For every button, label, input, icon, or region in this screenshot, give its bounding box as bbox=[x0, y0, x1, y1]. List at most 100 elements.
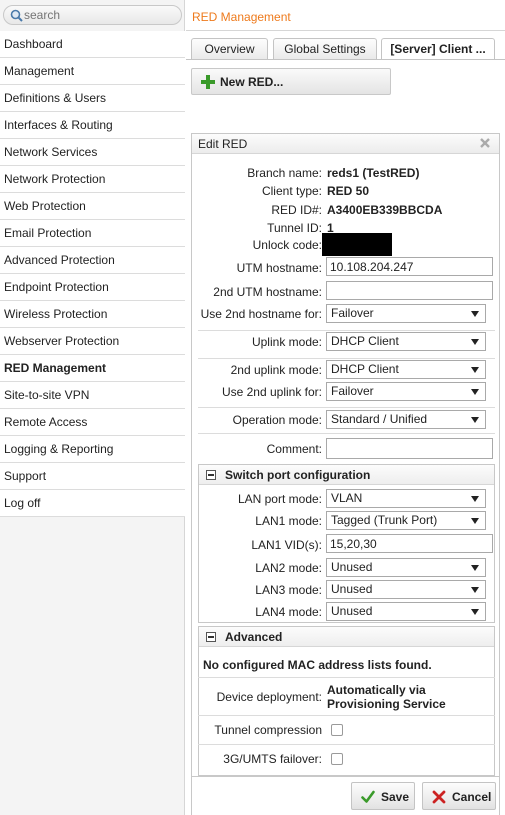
comment-label: Comment: bbox=[266, 442, 322, 456]
red-id-label: RED ID#: bbox=[271, 203, 322, 217]
advanced-header[interactable]: Advanced bbox=[199, 627, 494, 647]
uplink2-mode-select[interactable]: DHCP Client bbox=[326, 360, 486, 379]
chevron-down-icon bbox=[471, 311, 479, 317]
branch-name-value: reds1 (TestRED) bbox=[327, 166, 420, 180]
uplink2-mode-label: 2nd uplink mode: bbox=[230, 363, 322, 377]
tab-global-settings[interactable]: Global Settings bbox=[273, 38, 377, 60]
chevron-down-icon bbox=[471, 389, 479, 395]
collapse-icon[interactable] bbox=[206, 470, 216, 480]
unlock-code-redaction bbox=[322, 233, 392, 256]
use-2nd-uplink-label: Use 2nd uplink for: bbox=[221, 385, 322, 399]
utm-hostname-label: UTM hostname: bbox=[236, 261, 322, 275]
lan3-mode-select[interactable]: Unused bbox=[326, 580, 486, 599]
separator bbox=[198, 715, 495, 716]
new-red-label: New RED... bbox=[220, 75, 284, 89]
unlock-code-label: Unlock code: bbox=[252, 238, 322, 252]
close-icon[interactable] bbox=[479, 137, 491, 149]
switch-port-header[interactable]: Switch port configuration bbox=[199, 465, 494, 485]
sidebar-item-web-protection[interactable]: Web Protection bbox=[0, 193, 185, 220]
uplink-mode-select[interactable]: DHCP Client bbox=[326, 332, 486, 351]
failover-3g-label: 3G/UMTS failover: bbox=[223, 752, 322, 766]
tunnel-compression-checkbox[interactable] bbox=[331, 724, 343, 736]
tab-overview[interactable]: Overview bbox=[191, 38, 268, 60]
edit-red-title: Edit RED bbox=[198, 137, 248, 151]
utm-hostname-input[interactable] bbox=[326, 257, 493, 276]
separator bbox=[198, 433, 495, 434]
separator bbox=[198, 677, 495, 678]
sidebar-item-remote-access[interactable]: Remote Access bbox=[0, 409, 185, 436]
new-red-button[interactable]: New RED... bbox=[191, 68, 391, 95]
mac-list-note: No configured MAC address lists found. bbox=[203, 658, 432, 672]
search-box[interactable] bbox=[3, 5, 182, 25]
sidebar-item-interfaces-routing[interactable]: Interfaces & Routing bbox=[0, 112, 185, 139]
branch-name-label: Branch name: bbox=[247, 166, 322, 180]
lan-port-mode-value: VLAN bbox=[331, 491, 363, 505]
sidebar-item-wireless-protection[interactable]: Wireless Protection bbox=[0, 301, 185, 328]
device-deployment-line1: Automatically via bbox=[327, 683, 426, 697]
operation-mode-label: Operation mode: bbox=[232, 413, 322, 427]
lan4-mode-value: Unused bbox=[331, 604, 373, 618]
lan1-mode-label: LAN1 mode: bbox=[255, 514, 322, 528]
separator bbox=[198, 358, 495, 359]
footer-divider bbox=[192, 776, 499, 777]
uplink2-mode-value: DHCP Client bbox=[331, 362, 399, 376]
sidebar-item-advanced-protection[interactable]: Advanced Protection bbox=[0, 247, 185, 274]
chevron-down-icon bbox=[471, 609, 479, 615]
lan-port-mode-select[interactable]: VLAN bbox=[326, 489, 486, 508]
sidebar-item-network-services[interactable]: Network Services bbox=[0, 139, 185, 166]
use-2nd-hostname-label: Use 2nd hostname for: bbox=[200, 307, 322, 321]
lan1-mode-select[interactable]: Tagged (Trunk Port) bbox=[326, 511, 486, 530]
sidebar-item-network-protection[interactable]: Network Protection bbox=[0, 166, 185, 193]
lan1-vids-label: LAN1 VID(s): bbox=[251, 538, 322, 552]
red-id-value: A3400EB339BBCDA bbox=[327, 203, 443, 217]
tunnel-id-label: Tunnel ID: bbox=[267, 221, 322, 235]
separator bbox=[198, 407, 495, 408]
use-2nd-uplink-select[interactable]: Failover bbox=[326, 382, 486, 401]
sidebar-item-management[interactable]: Management bbox=[0, 58, 185, 85]
page-title: RED Management bbox=[192, 10, 291, 24]
save-label: Save bbox=[381, 790, 410, 804]
sidebar-item-definitions-users[interactable]: Definitions & Users bbox=[0, 85, 185, 112]
separator bbox=[198, 744, 495, 745]
checkmark-icon bbox=[361, 790, 375, 803]
edit-red-header: Edit RED bbox=[192, 134, 499, 154]
chevron-down-icon bbox=[471, 496, 479, 502]
lan1-vids-input[interactable] bbox=[326, 534, 493, 553]
lan1-mode-value: Tagged (Trunk Port) bbox=[331, 513, 438, 527]
comment-input[interactable] bbox=[326, 438, 493, 459]
cancel-button[interactable]: Cancel bbox=[422, 782, 496, 810]
sidebar-item-webserver-protection[interactable]: Webserver Protection bbox=[0, 328, 185, 355]
operation-mode-select[interactable]: Standard / Unified bbox=[326, 410, 486, 429]
lan-port-mode-label: LAN port mode: bbox=[237, 492, 322, 506]
use-2nd-hostname-select[interactable]: Failover bbox=[326, 304, 486, 323]
chevron-down-icon bbox=[471, 339, 479, 345]
search-input[interactable] bbox=[24, 7, 174, 23]
collapse-icon[interactable] bbox=[206, 632, 216, 642]
tab-server-client[interactable]: [Server] Client ... bbox=[381, 38, 495, 60]
tunnel-compression-label: Tunnel compression bbox=[214, 723, 322, 737]
device-deployment-line2: Provisioning Service bbox=[327, 697, 446, 711]
chevron-down-icon bbox=[471, 367, 479, 373]
sidebar-item-site-to-site-vpn[interactable]: Site-to-site VPN bbox=[0, 382, 185, 409]
chevron-down-icon bbox=[471, 565, 479, 571]
sidebar: Dashboard Management Definitions & Users… bbox=[0, 0, 185, 815]
save-button[interactable]: Save bbox=[351, 782, 415, 810]
utm2-hostname-input[interactable] bbox=[326, 281, 493, 300]
lan4-mode-select[interactable]: Unused bbox=[326, 602, 486, 621]
chevron-down-icon bbox=[471, 518, 479, 524]
sidebar-item-log-off[interactable]: Log off bbox=[0, 490, 185, 517]
sidebar-item-support[interactable]: Support bbox=[0, 463, 185, 490]
lan2-mode-value: Unused bbox=[331, 560, 373, 574]
lan2-mode-select[interactable]: Unused bbox=[326, 558, 486, 577]
sidebar-item-red-management[interactable]: RED Management bbox=[0, 355, 185, 382]
separator bbox=[198, 330, 495, 331]
sidebar-item-endpoint-protection[interactable]: Endpoint Protection bbox=[0, 274, 185, 301]
failover-3g-checkbox[interactable] bbox=[331, 753, 343, 765]
sidebar-item-logging-reporting[interactable]: Logging & Reporting bbox=[0, 436, 185, 463]
client-type-value: RED 50 bbox=[327, 184, 370, 198]
sidebar-item-dashboard[interactable]: Dashboard bbox=[0, 31, 185, 58]
cancel-label: Cancel bbox=[452, 790, 492, 804]
switch-port-title: Switch port configuration bbox=[225, 468, 371, 482]
utm2-hostname-label: 2nd UTM hostname: bbox=[213, 285, 322, 299]
sidebar-item-email-protection[interactable]: Email Protection bbox=[0, 220, 185, 247]
